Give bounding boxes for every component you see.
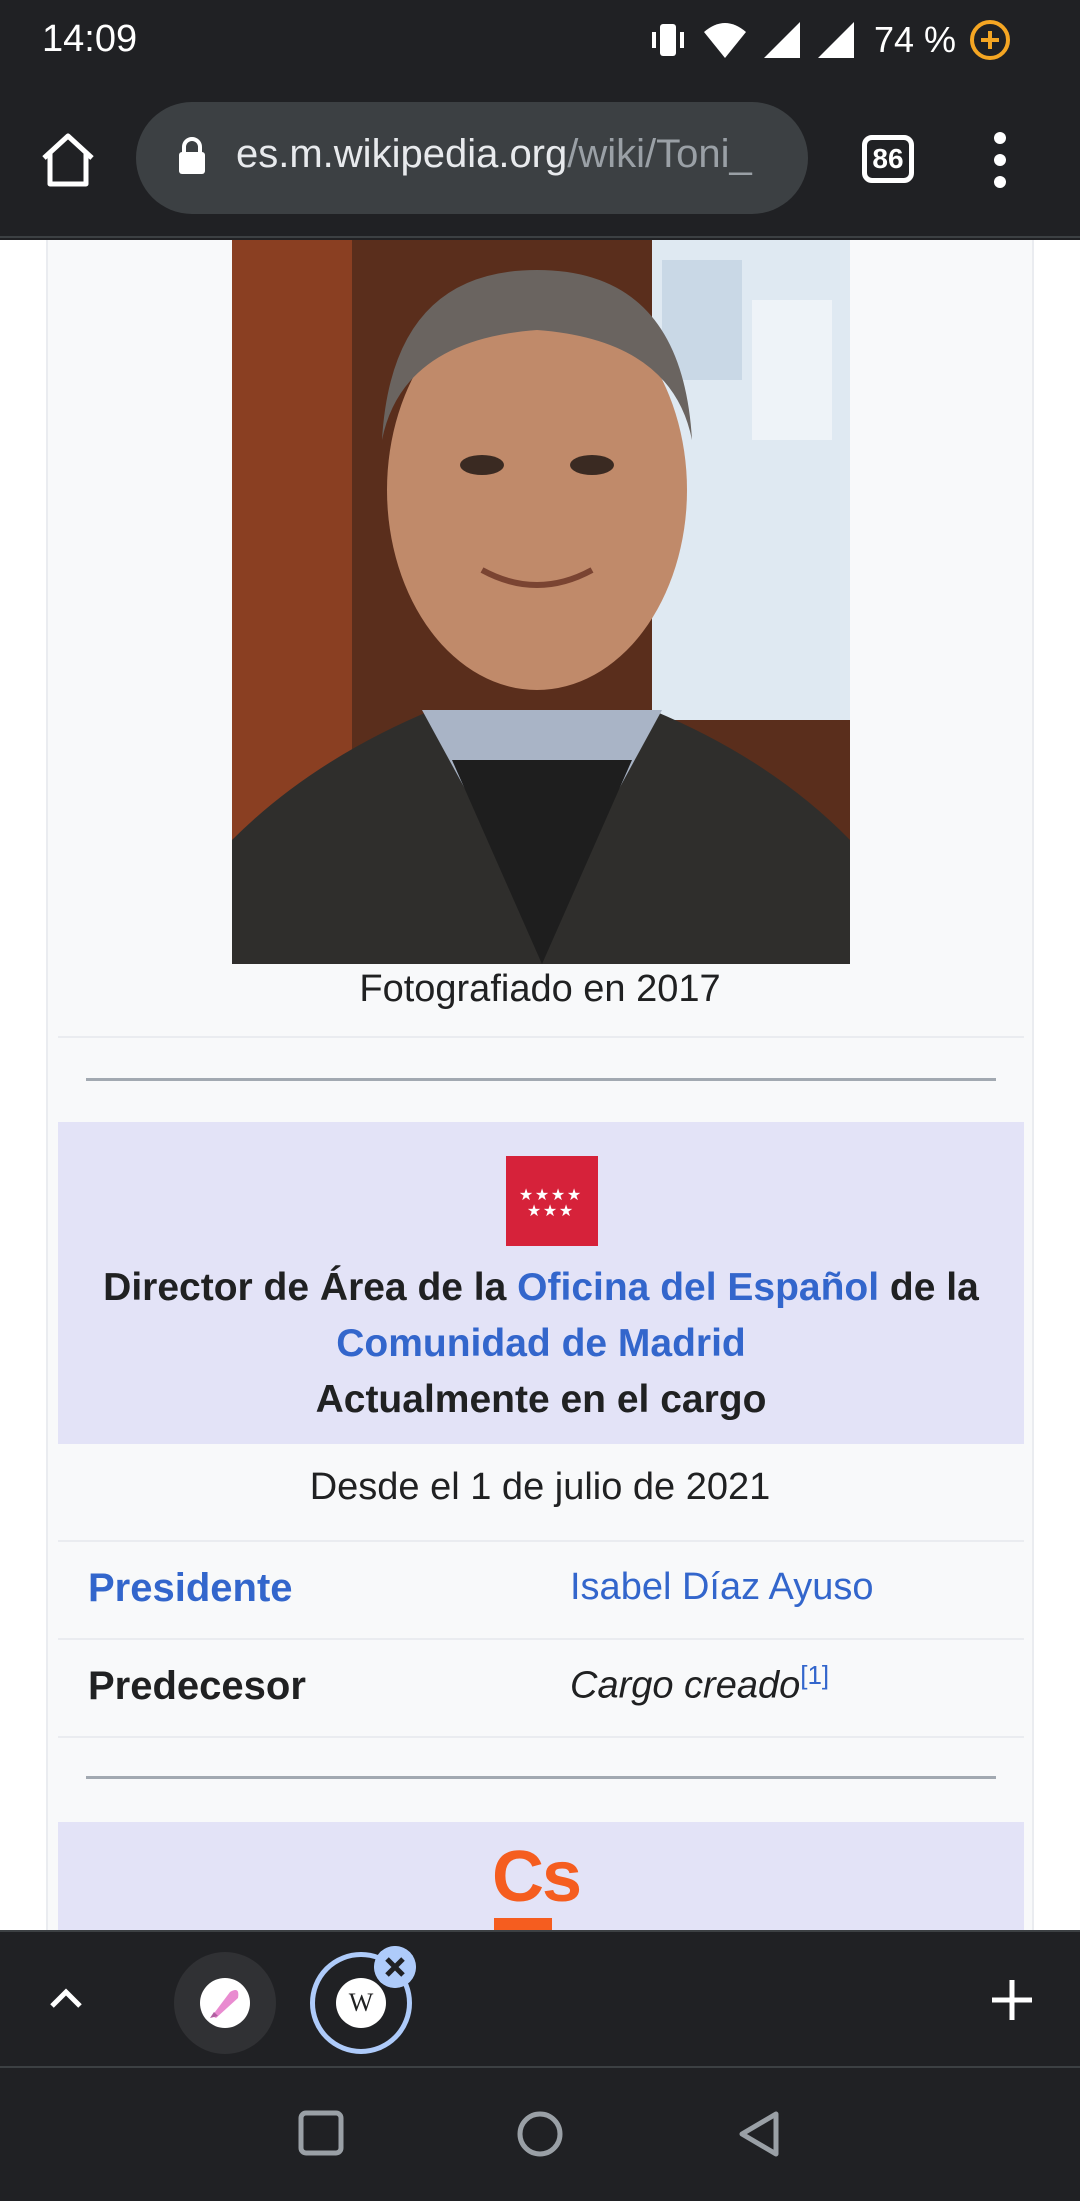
url-text: es.m.wikipedia.org/wiki/Toni_ bbox=[236, 132, 752, 177]
signal-icon bbox=[817, 22, 854, 58]
battery-percentage: 74 % bbox=[873, 19, 956, 60]
oficina-del-espanol-link[interactable]: Oficina del Español bbox=[517, 1266, 879, 1309]
divider bbox=[58, 1036, 1024, 1038]
photo-caption: Fotografiado en 2017 bbox=[359, 968, 721, 1010]
office-title-part2: de la bbox=[879, 1266, 979, 1309]
madrid-flag-icon[interactable]: ★ ★ ★ ★ ★ ★ ★ bbox=[506, 1156, 598, 1246]
predecesor-value: Cargo creado[1] bbox=[570, 1660, 829, 1708]
office-since: Desde el 1 de julio de 2021 bbox=[309, 1466, 771, 1508]
portrait-photo[interactable] bbox=[232, 240, 850, 964]
tab-thumbnail[interactable] bbox=[174, 1952, 276, 2054]
home-nav-icon[interactable] bbox=[516, 2110, 564, 2158]
url-bar[interactable]: es.m.wikipedia.org/wiki/Toni_ bbox=[136, 102, 808, 214]
new-tab-plus-icon[interactable] bbox=[990, 1978, 1034, 2022]
presidente-value-link[interactable]: Isabel Díaz Ayuso bbox=[570, 1566, 873, 1609]
office-status: Actualmente en el cargo bbox=[315, 1378, 767, 1421]
ciudadanos-logo[interactable]: Cs bbox=[492, 1836, 582, 1918]
divider bbox=[58, 1638, 1024, 1640]
chevron-up-icon[interactable] bbox=[46, 1978, 86, 2018]
predecesor-label: Predecesor bbox=[88, 1664, 306, 1708]
web-page: Fotografiado en 2017 ★ ★ ★ ★ ★ ★ ★ Director d… bbox=[0, 240, 1080, 1930]
battery-saver-icon bbox=[970, 20, 1010, 60]
tab-favicon bbox=[200, 1978, 250, 2028]
recents-icon[interactable] bbox=[298, 2110, 344, 2156]
predecesor-text: Cargo creado bbox=[570, 1664, 801, 1707]
close-tab-icon[interactable] bbox=[374, 1946, 416, 1988]
section-rule bbox=[86, 1078, 996, 1081]
url-path: /wiki/Toni_ bbox=[567, 132, 752, 176]
section-rule bbox=[86, 1776, 996, 1779]
ciudadanos-logo-mark bbox=[494, 1918, 552, 1930]
status-icons: 74 % bbox=[648, 18, 1010, 62]
url-host: es.m.wikipedia.org bbox=[236, 132, 568, 176]
svg-text:★: ★ bbox=[527, 1201, 541, 1220]
wifi-icon bbox=[703, 23, 746, 58]
office-title-part1: Director de Área de la bbox=[103, 1266, 518, 1309]
tab-switcher-button[interactable]: 86 bbox=[862, 135, 914, 183]
lock-icon bbox=[179, 137, 205, 174]
office-title: Director de Área de la Oficina del Españ… bbox=[58, 1260, 1024, 1428]
home-icon[interactable] bbox=[38, 130, 98, 190]
presidente-label-link[interactable]: Presidente bbox=[88, 1566, 293, 1611]
signal-icon bbox=[763, 22, 800, 58]
infobox: Fotografiado en 2017 ★ ★ ★ ★ ★ ★ ★ Director d… bbox=[46, 240, 1034, 1930]
divider bbox=[58, 1736, 1024, 1738]
status-time: 14:09 bbox=[42, 18, 138, 60]
vibrate-icon bbox=[651, 24, 684, 56]
back-nav-icon[interactable] bbox=[736, 2110, 782, 2158]
svg-text:★: ★ bbox=[543, 1201, 557, 1220]
office-header: ★ ★ ★ ★ ★ ★ ★ Director de Área de la Oficina … bbox=[58, 1122, 1024, 1444]
reference-link[interactable]: [1] bbox=[800, 1660, 829, 1690]
system-nav-bar bbox=[0, 2070, 1080, 2201]
status-bar: 14:09 74 % bbox=[0, 0, 1080, 80]
tab-strip: W bbox=[0, 1930, 1080, 2068]
browser-toolbar: es.m.wikipedia.org/wiki/Toni_ 86 bbox=[0, 80, 1080, 238]
rocket-favicon-icon bbox=[210, 1990, 239, 2018]
wikipedia-favicon-icon: W bbox=[336, 1978, 386, 2028]
comunidad-de-madrid-link[interactable]: Comunidad de Madrid bbox=[336, 1322, 746, 1365]
overflow-menu-icon[interactable] bbox=[980, 130, 1020, 190]
svg-text:★: ★ bbox=[559, 1201, 573, 1220]
party-header: Cs bbox=[58, 1822, 1024, 1930]
divider bbox=[58, 1540, 1024, 1542]
